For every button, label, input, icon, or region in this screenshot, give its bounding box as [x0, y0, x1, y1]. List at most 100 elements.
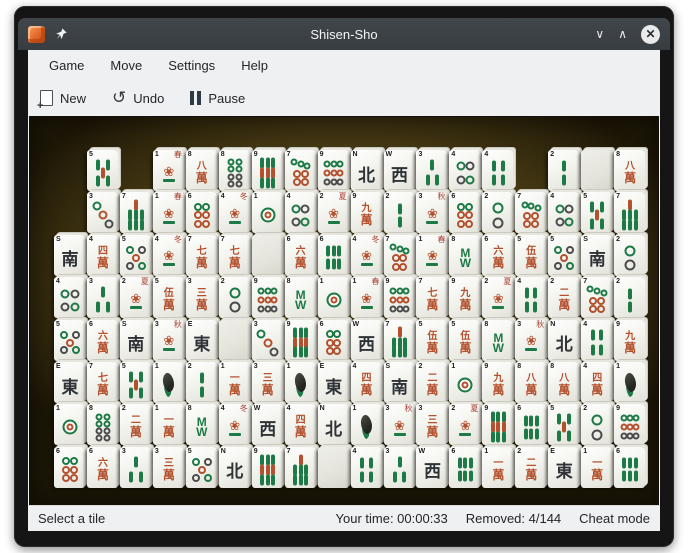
- tile-f4[interactable]: ❀4冬: [219, 192, 250, 233]
- tile-b4[interactable]: 4: [351, 447, 382, 488]
- tile-c1[interactable]: 1: [449, 362, 480, 403]
- tile-m3[interactable]: 3三萬: [186, 277, 217, 318]
- tile-blank[interactable]: [318, 447, 349, 488]
- tile-m4[interactable]: 4四萬: [581, 362, 612, 403]
- tile-m8[interactable]: 8八萬: [548, 362, 579, 403]
- tile-wW[interactable]: 西W: [252, 404, 283, 445]
- tile-m4[interactable]: 4四萬: [351, 362, 382, 403]
- tile-m5[interactable]: 5伍萬: [515, 235, 546, 276]
- tile-b1[interactable]: 1: [351, 404, 382, 445]
- tile-c5[interactable]: 5: [186, 447, 217, 488]
- tile-c3[interactable]: 3: [87, 192, 118, 233]
- tile-m2[interactable]: 2二萬: [515, 447, 546, 488]
- pin-icon[interactable]: [54, 27, 68, 41]
- tile-wS[interactable]: 南S: [54, 235, 85, 276]
- tile-b2[interactable]: 2: [614, 277, 645, 318]
- tile-f4[interactable]: ❀4冬: [219, 404, 250, 445]
- tile-c5[interactable]: 5: [548, 235, 579, 276]
- tile-m3[interactable]: 3三萬: [153, 447, 184, 488]
- tile-m7[interactable]: 7七萬: [219, 235, 250, 276]
- tile-b2[interactable]: 2: [384, 192, 415, 233]
- maximize-button[interactable]: ∧: [618, 28, 627, 40]
- tile-blank[interactable]: [252, 235, 283, 276]
- tile-b5[interactable]: 5: [581, 192, 612, 233]
- tile-m7[interactable]: 7七萬: [87, 362, 118, 403]
- tile-b7[interactable]: 7: [384, 320, 415, 361]
- tile-m5[interactable]: 5伍萬: [449, 320, 480, 361]
- tile-m9[interactable]: 9九萬: [614, 320, 645, 361]
- tile-b4[interactable]: 4: [581, 320, 612, 361]
- tile-wN[interactable]: 北N: [548, 320, 579, 361]
- tile-m5[interactable]: 5伍萬: [416, 320, 447, 361]
- tile-f4[interactable]: ❀4冬: [153, 235, 184, 276]
- tile-m7[interactable]: 7七萬: [186, 235, 217, 276]
- tile-m3[interactable]: 3三萬: [416, 404, 447, 445]
- tile-c8[interactable]: 8: [87, 404, 118, 445]
- game-board[interactable]: 5❀1春8八萬8979北N西W34428八萬37❀1春6❀4冬14❀2夏9九萬2…: [29, 116, 659, 505]
- tile-f2[interactable]: ❀2夏: [449, 404, 480, 445]
- tile-c7[interactable]: 7: [515, 192, 546, 233]
- tile-m6[interactable]: 6六萬: [285, 235, 316, 276]
- tile-wN[interactable]: 北N: [219, 447, 250, 488]
- tile-b5[interactable]: 5: [120, 362, 151, 403]
- tile-m9[interactable]: 9九萬: [449, 277, 480, 318]
- tile-c1[interactable]: 1: [54, 404, 85, 445]
- tile-b5[interactable]: 5: [548, 404, 579, 445]
- tile-f3[interactable]: ❀3秋: [416, 192, 447, 233]
- menu-help[interactable]: Help: [228, 54, 281, 77]
- tile-c6[interactable]: 6: [54, 447, 85, 488]
- minimize-button[interactable]: ∨: [595, 28, 604, 40]
- tile-c8[interactable]: 8: [219, 150, 250, 191]
- menu-game[interactable]: Game: [36, 54, 97, 77]
- tile-m6[interactable]: 6六萬: [87, 447, 118, 488]
- tile-b2[interactable]: 2: [186, 362, 217, 403]
- tile-m4[interactable]: 4四萬: [285, 404, 316, 445]
- tile-m5[interactable]: 5伍萬: [153, 277, 184, 318]
- tile-m4[interactable]: 4四萬: [87, 235, 118, 276]
- tile-f2[interactable]: ❀2夏: [120, 277, 151, 318]
- menu-settings[interactable]: Settings: [155, 54, 228, 77]
- tile-b3[interactable]: 3: [384, 447, 415, 488]
- tile-f3[interactable]: ❀3秋: [384, 404, 415, 445]
- undo-button[interactable]: ↺ Undo: [106, 86, 170, 111]
- tile-c9[interactable]: 9: [384, 277, 415, 318]
- tile-b4[interactable]: 4: [482, 150, 513, 191]
- tile-wW[interactable]: 西W: [384, 150, 415, 191]
- tile-c9[interactable]: 9: [614, 404, 645, 445]
- tile-c3[interactable]: 3: [252, 320, 283, 361]
- tile-m2[interactable]: 2二萬: [416, 362, 447, 403]
- tile-b1[interactable]: 1: [153, 362, 184, 403]
- tile-c7[interactable]: 7: [384, 235, 415, 276]
- tile-m1[interactable]: 1一萬: [219, 362, 250, 403]
- tile-c5[interactable]: 5: [54, 320, 85, 361]
- tile-wN[interactable]: 北N: [351, 150, 382, 191]
- tile-wE[interactable]: 東E: [54, 362, 85, 403]
- tile-wE[interactable]: 東E: [548, 447, 579, 488]
- tile-b9[interactable]: 9: [285, 320, 316, 361]
- tile-b4[interactable]: 4: [515, 277, 546, 318]
- tile-m6[interactable]: 6六萬: [87, 320, 118, 361]
- tile-b1[interactable]: 1: [285, 362, 316, 403]
- tile-b6[interactable]: 6: [449, 447, 480, 488]
- tile-f3[interactable]: ❀3秋: [153, 320, 184, 361]
- tile-c6[interactable]: 6: [318, 320, 349, 361]
- tile-b7[interactable]: 7: [285, 447, 316, 488]
- tile-f2[interactable]: ❀2夏: [318, 192, 349, 233]
- tile-c7[interactable]: 7: [581, 277, 612, 318]
- tile-b9[interactable]: 9: [252, 150, 283, 191]
- tile-b6[interactable]: 6: [614, 447, 645, 488]
- tile-m6[interactable]: 6六萬: [482, 235, 513, 276]
- tile-wN[interactable]: 北N: [318, 404, 349, 445]
- tile-m1[interactable]: 1一萬: [482, 447, 513, 488]
- tile-m8[interactable]: 8八萬: [515, 362, 546, 403]
- tile-c2[interactable]: 2: [614, 235, 645, 276]
- tile-b3[interactable]: 3: [87, 277, 118, 318]
- tile-f1[interactable]: ❀1春: [153, 192, 184, 233]
- tile-wS[interactable]: 南S: [384, 362, 415, 403]
- tile-wW[interactable]: 西W: [416, 447, 447, 488]
- tile-m2[interactable]: 2二萬: [548, 277, 579, 318]
- tile-c5[interactable]: 5: [120, 235, 151, 276]
- tile-wS[interactable]: 南S: [581, 235, 612, 276]
- tile-m9[interactable]: 9九萬: [482, 362, 513, 403]
- tile-b9[interactable]: 9: [482, 404, 513, 445]
